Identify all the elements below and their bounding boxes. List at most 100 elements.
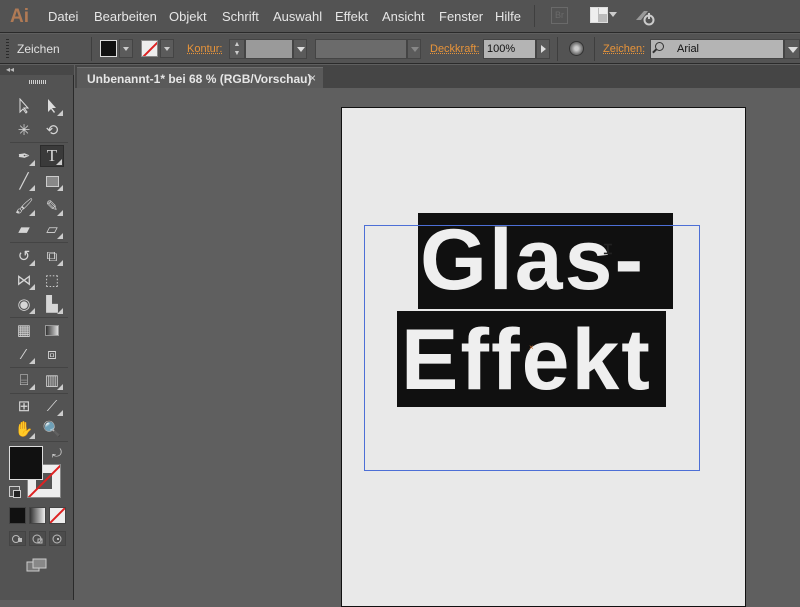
variable-width-profile[interactable] — [315, 39, 407, 59]
draw-behind-icon — [32, 534, 43, 544]
document-title: Unbenannt-1* bei 68 % (RGB/Vorschau) — [87, 72, 312, 86]
menu-datei[interactable]: Datei — [48, 9, 78, 24]
column-graph-tool[interactable]: ▥ — [40, 369, 64, 391]
panel-grip[interactable] — [29, 80, 47, 84]
workspace-dropdown-icon[interactable] — [609, 12, 617, 17]
document-tab[interactable]: Unbenannt-1* bei 68 % (RGB/Vorschau) × — [77, 67, 323, 88]
kontur-dropdown[interactable] — [293, 39, 307, 59]
artboard-tool[interactable]: ⊞ — [12, 395, 36, 417]
rotate-tool[interactable]: ↺ — [12, 245, 36, 267]
lasso-icon: ⟲ — [45, 122, 59, 139]
color-mode-button[interactable] — [9, 507, 26, 524]
separator — [10, 441, 68, 442]
selection-tool[interactable] — [12, 95, 36, 117]
mesh-tool[interactable]: ▦ — [12, 319, 36, 341]
slice-icon: ⟋ — [46, 397, 58, 415]
fill-dropdown[interactable] — [119, 39, 133, 58]
center-point-icon: × — [529, 343, 534, 352]
stroke-dropdown[interactable] — [160, 39, 174, 58]
draw-inside-button[interactable] — [49, 531, 66, 546]
menu-fenster[interactable]: Fenster — [439, 9, 483, 24]
menu-objekt[interactable]: Objekt — [169, 9, 207, 24]
hand-tool[interactable]: ✋ — [12, 418, 36, 440]
pencil-tool[interactable]: ✎ — [40, 195, 64, 217]
line-tool[interactable]: ╱ — [12, 170, 36, 192]
slice-tool[interactable]: ⟋ — [40, 395, 64, 417]
search-icon — [655, 42, 664, 51]
gradient-icon — [45, 324, 59, 336]
blend-icon: ⧈ — [47, 345, 57, 363]
zoom-tool[interactable]: 🔍 — [40, 418, 64, 440]
kontur-input[interactable] — [245, 39, 293, 59]
shape-builder-tool[interactable]: ◉ — [12, 293, 36, 315]
menu-bearbeiten[interactable]: Bearbeiten — [94, 9, 157, 24]
text-cursor-icon: Ɪ — [604, 241, 612, 257]
menu-auswahl[interactable]: Auswahl — [273, 9, 322, 24]
opacity-input[interactable]: 100% — [483, 39, 536, 59]
none-mode-button[interactable] — [49, 507, 66, 524]
separator — [557, 37, 558, 61]
selection-type-label: Zeichen — [17, 42, 60, 56]
stroke-swatch[interactable] — [141, 40, 158, 57]
paintbrush-tool[interactable]: 🖌 — [12, 195, 36, 217]
workspace-layout-icon[interactable] — [590, 7, 608, 23]
fill-color-swatch[interactable] — [9, 446, 43, 480]
eyedropper-icon: ⁄ — [22, 345, 26, 363]
profile-dropdown[interactable] — [407, 39, 421, 59]
eyedropper-tool[interactable]: ⁄ — [12, 343, 36, 365]
blend-tool[interactable]: ⧈ — [40, 343, 64, 365]
none-icon — [50, 508, 65, 523]
magic-wand-icon: ✳ — [17, 122, 31, 139]
menu-hilfe[interactable]: Hilfe — [495, 9, 521, 24]
symbol-sprayer-tool[interactable]: ⌸ — [12, 369, 36, 391]
sync-settings-icon[interactable] — [634, 8, 656, 26]
pen-tool[interactable]: ✒ — [12, 145, 36, 167]
magic-wand-tool[interactable]: ✳ — [12, 119, 36, 141]
separator — [10, 142, 68, 143]
collapse-panel-button[interactable]: ◂◂ — [0, 65, 74, 75]
separator — [10, 393, 68, 394]
rectangle-tool[interactable] — [40, 170, 64, 192]
menu-effekt[interactable]: Effekt — [335, 9, 368, 24]
font-dropdown[interactable] — [784, 39, 800, 59]
separator — [10, 367, 68, 368]
blob-brush-tool[interactable]: ▰ — [12, 218, 36, 240]
lasso-tool[interactable]: ⟲ — [40, 119, 64, 141]
bridge-button[interactable]: Br — [551, 7, 568, 24]
symbol-sprayer-icon: ⌸ — [19, 371, 29, 389]
type-tool[interactable]: T — [40, 145, 64, 167]
free-transform-tool[interactable]: ⬚ — [40, 269, 64, 291]
opacity-arrow-button[interactable] — [536, 39, 550, 59]
panel-grip[interactable] — [6, 39, 9, 59]
screen-mode-icon[interactable] — [26, 558, 48, 572]
deckkraft-label[interactable]: Deckkraft: — [430, 43, 480, 55]
font-family-input[interactable]: Arial — [650, 39, 784, 59]
free-transform-icon: ⬚ — [44, 272, 60, 289]
eraser-tool[interactable]: ▱ — [40, 218, 64, 240]
zeichen-label[interactable]: Zeichen: — [603, 43, 645, 55]
direct-selection-tool[interactable] — [40, 95, 64, 117]
close-icon[interactable]: × — [309, 71, 316, 85]
menu-ansicht[interactable]: Ansicht — [382, 9, 425, 24]
arrow-icon — [19, 98, 30, 114]
tools-panel: ◂◂ ✳ ⟲ ✒ T ╱ 🖌 ✎ ▰ ▱ ↺ ⧉ ⋈ ⬚ ◉ ▙ ▦ ⁄ ⧈ ⌸… — [0, 65, 74, 600]
magnifier-icon: 🔍 — [42, 421, 62, 438]
menu-separator — [534, 5, 535, 27]
gradient-tool[interactable] — [40, 319, 64, 341]
menu-schrift[interactable]: Schrift — [222, 9, 259, 24]
width-tool[interactable]: ⋈ — [12, 269, 36, 291]
kontur-label[interactable]: Kontur: — [187, 43, 222, 55]
draw-behind-button[interactable] — [29, 531, 46, 546]
recolor-artwork-icon[interactable] — [569, 41, 584, 56]
draw-normal-button[interactable] — [9, 531, 26, 546]
app-logo: Ai — [10, 6, 29, 27]
kontur-stepper[interactable]: ▲ ▼ — [229, 39, 245, 59]
default-colors-icon[interactable] — [9, 486, 21, 498]
gradient-mode-button[interactable] — [29, 507, 46, 524]
perspective-grid-tool[interactable]: ▙ — [40, 293, 64, 315]
scale-tool[interactable]: ⧉ — [40, 245, 64, 267]
separator — [10, 317, 68, 318]
fill-swatch[interactable] — [100, 40, 117, 57]
separator — [91, 37, 92, 61]
swap-colors-icon[interactable]: ⤾ — [52, 446, 62, 461]
